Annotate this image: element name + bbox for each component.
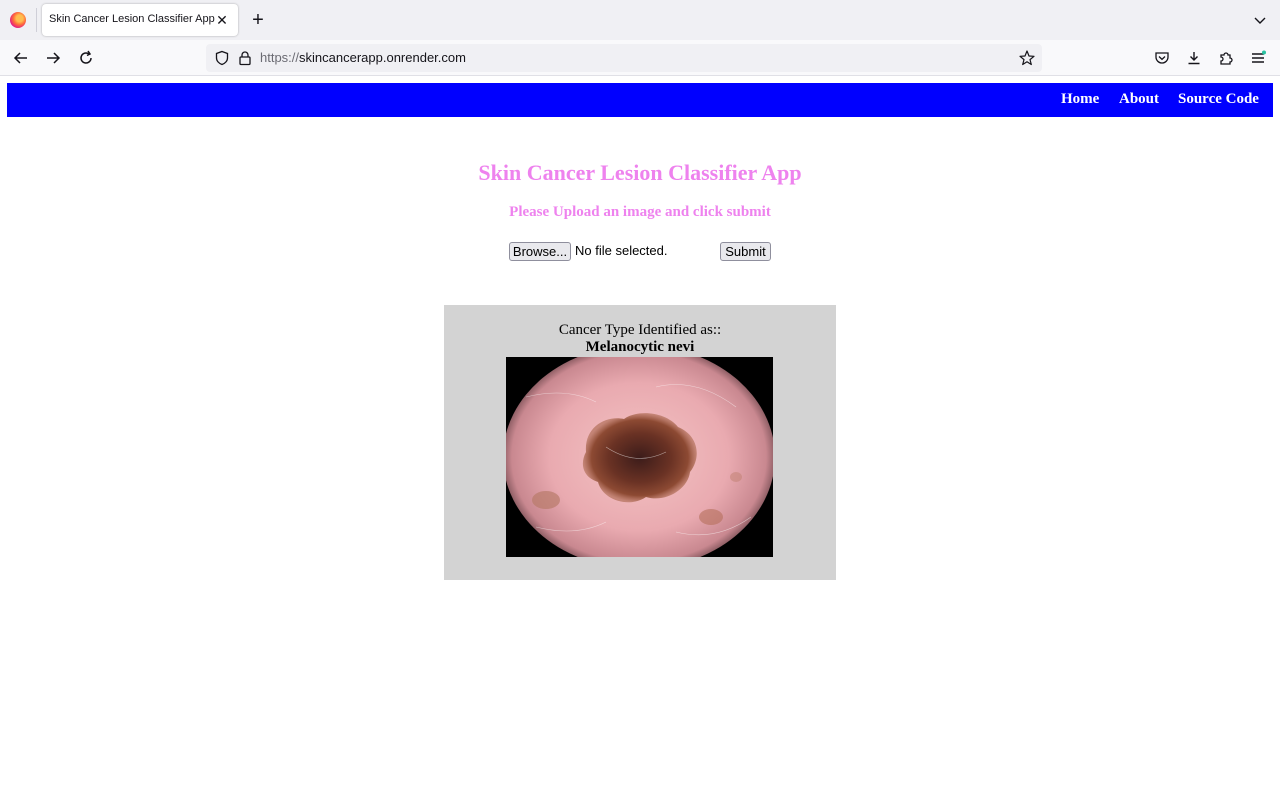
result-panel: Cancer Type Identified as:: Melanocytic …: [444, 305, 836, 580]
file-status-text: No file selected.: [575, 243, 668, 258]
url-text[interactable]: https://skincancerapp.onrender.com: [260, 50, 466, 65]
pocket-icon[interactable]: [1150, 46, 1174, 70]
tab-title: Skin Cancer Lesion Classifier App: [49, 13, 215, 25]
tracking-protection-icon[interactable]: [214, 50, 230, 66]
page-subtitle: Please Upload an image and click submit: [509, 204, 771, 220]
nav-link-source-code[interactable]: Source Code: [1178, 91, 1259, 108]
url-scheme: https://: [260, 50, 300, 65]
nav-link-home[interactable]: Home: [1061, 91, 1099, 108]
site-navbar: Home About Source Code: [7, 83, 1273, 117]
submit-button[interactable]: Submit: [720, 242, 771, 261]
tab-separator: [36, 8, 37, 32]
reload-icon[interactable]: [74, 46, 98, 70]
lesion-image: [506, 357, 773, 557]
menu-icon[interactable]: [1246, 46, 1270, 70]
extensions-icon[interactable]: [1214, 46, 1238, 70]
active-tab[interactable]: Skin Cancer Lesion Classifier App ✕: [42, 4, 238, 36]
tab-strip: Skin Cancer Lesion Classifier App ✕ +: [0, 0, 1280, 40]
page-title: Skin Cancer Lesion Classifier App: [478, 160, 802, 185]
result-value: Melanocytic nevi: [585, 339, 695, 355]
browser-toolbar: https://skincancerapp.onrender.com: [0, 40, 1280, 76]
bookmark-star-icon[interactable]: [1018, 49, 1036, 67]
url-bar[interactable]: https://skincancerapp.onrender.com: [206, 44, 1042, 72]
url-host: skincancerapp.onrender.com: [299, 50, 466, 65]
lock-icon[interactable]: [237, 50, 253, 66]
new-tab-icon[interactable]: +: [247, 9, 269, 31]
firefox-icon[interactable]: [10, 12, 26, 28]
list-all-tabs-icon[interactable]: [1250, 10, 1270, 30]
result-label: Cancer Type Identified as::: [558, 322, 722, 338]
downloads-icon[interactable]: [1182, 46, 1206, 70]
browse-file-button[interactable]: Browse...: [509, 242, 571, 261]
back-icon[interactable]: [9, 46, 33, 70]
forward-icon[interactable]: [41, 46, 65, 70]
close-tab-icon[interactable]: ✕: [212, 10, 232, 30]
nav-link-about[interactable]: About: [1119, 91, 1159, 108]
